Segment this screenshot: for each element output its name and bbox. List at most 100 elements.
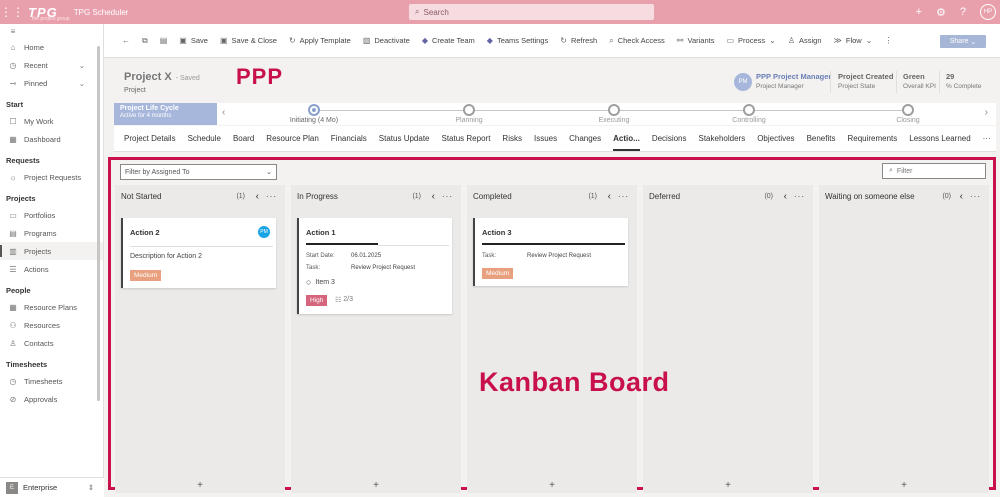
sidebar-item-resources[interactable]: ⚇ Resources [0,316,103,334]
flow-button[interactable]: ≫ Flow ⌄ [828,24,879,58]
hamburger-menu[interactable]: ≡ [0,24,103,38]
user-avatar[interactable]: HP [980,4,996,20]
variants-button[interactable]: ⚯ Variants [671,24,721,58]
sidebar-item-dashboard[interactable]: ▦ Dashboard [0,130,103,148]
owner-avatar: PM [734,73,752,91]
process-button[interactable]: ▭ Process ⌄ [720,24,781,58]
sidebar-item-timesheets[interactable]: ◷ Timesheets [0,372,103,390]
project-title: Project X [124,71,172,83]
tab-board[interactable]: Board [227,126,260,152]
stage-planning[interactable]: Planning [424,104,514,124]
lifecycle-summary[interactable]: Project Life Cycle Active for 4 months [114,103,217,125]
collapse-chevron-icon[interactable]: ‹ [960,191,963,202]
area-switcher[interactable]: E Enterprise ⇕ [0,477,104,497]
tab-risks[interactable]: Risks [496,126,528,152]
sidebar-item-contacts[interactable]: ♙ Contacts [0,334,103,352]
back-button[interactable]: ← [116,24,136,58]
sidebar-item-actions[interactable]: ☰ Actions [0,260,103,278]
more-commands-button[interactable]: ⋮ [878,24,898,58]
collapse-chevron-icon[interactable]: ‹ [784,191,787,202]
create-team-button[interactable]: ◆ Create Team [416,24,481,58]
tab-decisions[interactable]: Decisions [646,126,693,152]
stage-executing[interactable]: Executing [569,104,659,124]
add-card-button[interactable]: + [643,480,813,491]
card-action-3[interactable]: Action 3 Task: Review Project Request Me… [473,218,628,286]
save-button[interactable]: ▣ Save [173,24,214,58]
tab-objectives[interactable]: Objectives [751,126,800,152]
stage-initiating[interactable]: Initiating (4 Mo) [269,104,359,124]
tab-financials[interactable]: Financials [325,126,373,152]
check-access-button[interactable]: ⌕ Check Access [603,24,671,58]
more-icon[interactable]: ··· [266,192,277,201]
sidebar-item-portfolios[interactable]: ▭ Portfolios [0,206,103,224]
add-card-button[interactable]: + [291,480,461,491]
stage-closing[interactable]: Closing [863,104,953,124]
add-card-button[interactable]: + [115,480,285,491]
sidebar-item-home[interactable]: ⌂ Home [0,38,103,56]
tab-project-details[interactable]: Project Details [118,126,182,152]
sidebar-item-programs[interactable]: ▤ Programs [0,224,103,242]
more-icon[interactable]: ··· [970,192,981,201]
stage-controlling[interactable]: Controlling [704,104,794,124]
assign-button[interactable]: ♙ Assign [782,24,828,58]
checklist-item[interactable]: ○ Item 3 [306,277,335,287]
owner-name-link[interactable]: PPP Project Manager [756,72,831,81]
percent-complete-value: 29 [946,72,955,81]
card-action-2[interactable]: Action 2 PM Description for Action 2 Med… [121,218,276,288]
tab-stakeholders[interactable]: Stakeholders [693,126,752,152]
plus-icon[interactable]: + [916,6,922,18]
tab-issues[interactable]: Issues [528,126,563,152]
form-icon: ▤ [159,36,168,45]
save-close-button[interactable]: ▣ Save & Close [214,24,283,58]
global-search-input[interactable]: ⌕ Search [409,4,654,20]
tab-more[interactable]: ··· [977,126,997,152]
sidebar-item-project-requests[interactable]: ☼ Project Requests [0,168,103,186]
gear-icon[interactable]: ⚙ [936,6,946,19]
sidebar-item-label: Actions [24,264,49,274]
tab-changes[interactable]: Changes [563,126,607,152]
more-icon[interactable]: ··· [618,192,629,201]
tab-status-report[interactable]: Status Report [436,126,497,152]
sidebar-item-pinned[interactable]: ⊸ Pinned ⌄ [0,74,103,92]
tab-lessons-learned[interactable]: Lessons Learned [903,126,976,152]
add-card-button[interactable]: + [467,480,637,491]
app-name[interactable]: TPG Scheduler [74,8,129,17]
sidebar-item-my-work[interactable]: ☐ My Work [0,112,103,130]
tab-actions[interactable]: Actio... [607,126,646,152]
tab-schedule[interactable]: Schedule [182,126,227,152]
share-button[interactable]: Share ⌄ [940,35,986,48]
chevron-left-icon[interactable]: ‹ [222,107,225,118]
sidebar-item-resource-plans[interactable]: ▦ Resource Plans [0,298,103,316]
collapse-chevron-icon[interactable]: ‹ [256,191,259,202]
collapse-chevron-icon[interactable]: ‹ [432,191,435,202]
refresh-button[interactable]: ↻ Refresh [554,24,603,58]
chevron-right-icon[interactable]: › [985,107,988,118]
apply-template-button[interactable]: ↻ Apply Template [283,24,357,58]
sidebar-scrollbar[interactable] [97,46,100,401]
form-button[interactable]: ▤ [154,24,174,58]
tab-resource-plan[interactable]: Resource Plan [260,126,324,152]
sidebar-item-approvals[interactable]: ⊘ Approvals [0,390,103,408]
more-icon[interactable]: ··· [442,192,453,201]
app-launcher-icon[interactable]: ⋮⋮ [0,0,24,24]
tab-benefits[interactable]: Benefits [801,126,842,152]
stage-label: Initiating (4 Mo) [289,117,339,124]
sidebar-item-projects[interactable]: ▥ Projects [0,242,103,260]
popout-button[interactable]: ⧉ [136,24,154,58]
overall-kpi-value: Green [903,72,925,81]
sidebar-item-recent[interactable]: ◷ Recent ⌄ [0,56,103,74]
card-action-1[interactable]: Action 1 Start Date: 06.01.2025 Task: Re… [297,218,452,314]
add-card-button[interactable]: + [819,480,989,491]
tab-status-update[interactable]: Status Update [373,126,436,152]
tab-requirements[interactable]: Requirements [841,126,903,152]
more-icon[interactable]: ··· [794,192,805,201]
filter-assigned-dropdown[interactable]: Filter by Assigned To ⌄ [120,164,277,180]
chevron-down-icon: ⌄ [78,78,85,88]
teams-settings-button[interactable]: ◆ Teams Settings [481,24,554,58]
help-icon[interactable]: ? [960,6,966,18]
deactivate-button[interactable]: ▧ Deactivate [357,24,416,58]
filter-input[interactable]: ⌕ Filter [882,163,986,179]
collapse-chevron-icon[interactable]: ‹ [608,191,611,202]
kanban-board-annotation: Kanban Board [479,367,670,397]
flow-label: Flow [845,36,862,45]
